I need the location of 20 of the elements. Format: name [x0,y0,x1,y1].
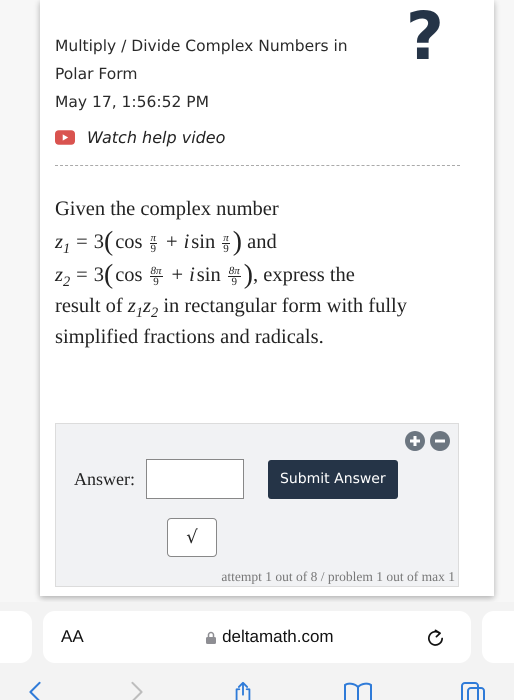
submit-answer-button[interactable]: Submit Answer [268,460,398,498]
attempt-counter: attempt 1 out of 8 / problem 1 out of max 1 [221,569,455,585]
lesson-title: Multiply / Divide Complex Numbers in Polar Form [55,36,349,85]
address-bar[interactable]: AA deltamath.com [43,611,471,663]
video-play-icon [55,130,75,145]
answer-input-field[interactable] [146,459,244,499]
text-size-button[interactable]: AA [61,627,84,647]
square-root-button[interactable]: √ [167,518,217,557]
answer-label: Answer: [74,468,135,490]
plus-circle-icon[interactable] [405,431,425,451]
back-icon[interactable] [28,681,42,700]
book-icon[interactable] [342,681,372,700]
help-video-link[interactable]: Watch help video [87,128,226,147]
help-icon[interactable]: ? [406,4,444,70]
url-text: deltamath.com [222,627,334,647]
tabs-icon[interactable] [460,681,486,700]
timestamp: May 17, 1:56:52 PM [55,92,210,113]
lock-icon [206,630,216,644]
reload-icon[interactable] [426,628,445,646]
minus-circle-icon[interactable] [430,431,450,451]
